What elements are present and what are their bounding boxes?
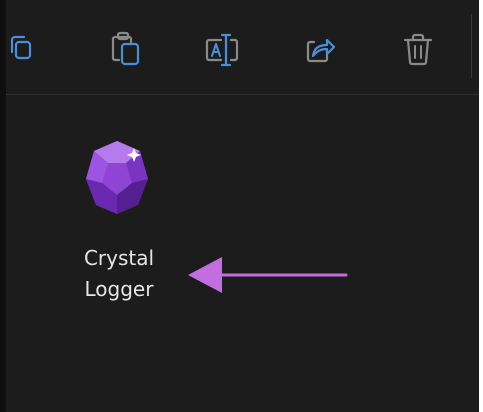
file-explorer-window: Crystal Logger bbox=[0, 0, 483, 412]
files-view: Crystal Logger bbox=[6, 95, 479, 412]
command-toolbar bbox=[6, 0, 479, 95]
trash-icon bbox=[398, 30, 438, 70]
file-item-label: Crystal Logger bbox=[83, 246, 155, 301]
rename-button[interactable] bbox=[202, 30, 242, 70]
cut-button[interactable] bbox=[6, 30, 46, 70]
copy-icon bbox=[106, 30, 146, 70]
file-item-crystal-logger[interactable]: Crystal Logger bbox=[66, 131, 172, 311]
share-icon bbox=[301, 30, 341, 70]
purple-crystal-icon bbox=[82, 137, 152, 217]
cut-icon bbox=[6, 30, 46, 70]
share-button[interactable] bbox=[301, 30, 341, 70]
annotation-arrow bbox=[188, 257, 348, 293]
rename-icon bbox=[202, 30, 242, 70]
copy-button[interactable] bbox=[106, 30, 146, 70]
window-edge-right bbox=[479, 0, 483, 412]
toolbar-separator bbox=[471, 14, 472, 78]
delete-button[interactable] bbox=[398, 30, 438, 70]
